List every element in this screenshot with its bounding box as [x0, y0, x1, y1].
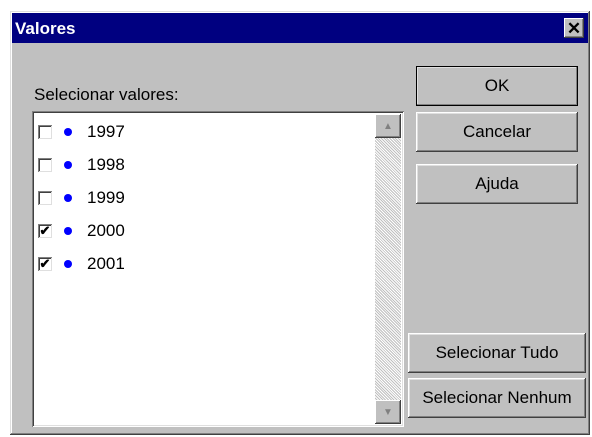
- bullet-icon: [64, 193, 72, 202]
- bullet-icon: [64, 160, 72, 169]
- checkbox[interactable]: [38, 157, 52, 172]
- list-item-label: 2000: [87, 220, 125, 240]
- select-all-button[interactable]: Selecionar Tudo: [408, 333, 586, 373]
- arrow-down-icon: ▼: [383, 406, 393, 418]
- list-item-label: 2001: [87, 253, 125, 273]
- arrow-up-icon: ▲: [383, 120, 393, 132]
- select-values-label: Selecionar valores:: [34, 85, 179, 104]
- list-item[interactable]: 1998: [36, 148, 370, 181]
- bullet-icon: [64, 127, 72, 136]
- window-title: Valores: [15, 19, 76, 38]
- list-item[interactable]: ✔ 2000: [36, 214, 370, 247]
- list-item-label: 1998: [87, 154, 125, 174]
- checkbox[interactable]: ✔: [38, 256, 52, 271]
- values-listbox[interactable]: 1997 1998 1999 ✔ 2000 ✔ 2001 ▲ ▼: [32, 111, 404, 427]
- close-icon: ✕: [566, 18, 582, 38]
- list-item[interactable]: 1999: [36, 181, 370, 214]
- list-item[interactable]: ✔ 2001: [36, 247, 370, 280]
- cancel-button[interactable]: Cancelar: [416, 112, 578, 152]
- checkbox[interactable]: ✔: [38, 223, 52, 238]
- check-icon: ✔: [39, 256, 51, 271]
- checkbox[interactable]: [38, 124, 52, 139]
- checkbox[interactable]: [38, 190, 52, 205]
- list-item[interactable]: 1997: [36, 115, 370, 148]
- bullet-icon: [64, 259, 72, 268]
- select-none-button[interactable]: Selecionar Nenhum: [408, 378, 586, 418]
- list-item-label: 1997: [87, 121, 125, 141]
- list-item-label: 1999: [87, 187, 125, 207]
- scroll-up-button[interactable]: ▲: [375, 114, 401, 138]
- values-dialog: Valores ✕ Selecionar valores: 1997 1998 …: [10, 11, 590, 435]
- close-button[interactable]: ✕: [564, 18, 584, 38]
- check-icon: ✔: [39, 223, 51, 238]
- values-list: 1997 1998 1999 ✔ 2000 ✔ 2001: [36, 115, 370, 423]
- title-bar[interactable]: Valores ✕: [12, 13, 588, 43]
- bullet-icon: [64, 226, 72, 235]
- scroll-down-button[interactable]: ▼: [375, 400, 401, 424]
- help-button[interactable]: Ajuda: [416, 164, 578, 204]
- vertical-scrollbar[interactable]: ▲ ▼: [375, 114, 401, 424]
- ok-button[interactable]: OK: [416, 66, 578, 106]
